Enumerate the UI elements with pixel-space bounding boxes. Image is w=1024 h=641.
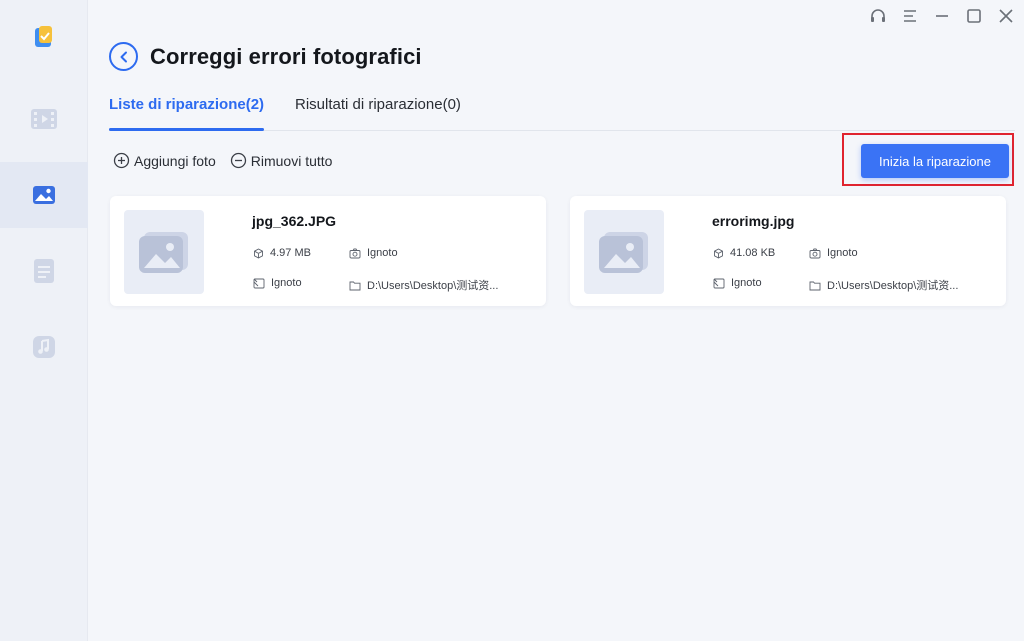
file-card[interactable]: jpg_362.JPG 4.97 MB Ignoto Ignoto D:\Use… bbox=[110, 196, 546, 306]
file-size-value: 41.08 KB bbox=[730, 247, 776, 259]
app-logo-icon bbox=[35, 26, 52, 47]
add-photo-label: Aggiungi foto bbox=[134, 152, 216, 169]
main-panel: Correggi errori fotografici Liste di rip… bbox=[88, 0, 1024, 641]
chevron-left-icon bbox=[120, 51, 127, 62]
tab-bar: Liste di riparazione(2) Risultati di rip… bbox=[109, 94, 1015, 131]
camera-model: Ignoto bbox=[809, 247, 858, 259]
resolution-icon bbox=[713, 278, 725, 288]
file-name: jpg_362.JPG bbox=[252, 213, 337, 229]
size-icon bbox=[254, 247, 263, 259]
camera-model-value: Ignoto bbox=[827, 247, 858, 259]
camera-model-value: Ignoto bbox=[367, 247, 398, 259]
file-size: 41.08 KB bbox=[713, 247, 775, 259]
sidebar-item-audio[interactable] bbox=[0, 314, 88, 380]
file-path-value: D:\Users\Desktop\测试资... bbox=[827, 280, 959, 292]
minus-circle-icon bbox=[230, 152, 246, 169]
folder-icon bbox=[809, 281, 821, 290]
back-button[interactable] bbox=[109, 42, 138, 71]
camera-icon bbox=[349, 248, 361, 258]
plus-circle-icon bbox=[113, 152, 130, 169]
document-icon bbox=[34, 259, 54, 283]
file-size-value: 4.97 MB bbox=[270, 247, 311, 259]
sidebar bbox=[0, 0, 88, 641]
file-path-value: D:\Users\Desktop\测试资... bbox=[367, 280, 499, 292]
resolution-value: Ignoto bbox=[731, 277, 762, 289]
resolution-value: Ignoto bbox=[271, 277, 302, 289]
thumbnail bbox=[584, 210, 664, 294]
remove-all-label: Rimuovi tutto bbox=[250, 152, 333, 169]
file-path: D:\Users\Desktop\测试资... bbox=[349, 277, 498, 293]
menu-icon[interactable] bbox=[900, 6, 920, 26]
add-photo-button[interactable]: Aggiungi foto bbox=[113, 152, 216, 169]
file-card[interactable]: errorimg.jpg 41.08 KB Ignoto Ignoto D:\U… bbox=[570, 196, 1006, 306]
sidebar-item-home[interactable] bbox=[0, 4, 88, 70]
resolution: Ignoto bbox=[253, 277, 302, 289]
start-repair-button[interactable]: Inizia la riparazione bbox=[861, 144, 1009, 178]
minimize-icon[interactable] bbox=[932, 6, 952, 26]
close-icon[interactable] bbox=[996, 6, 1016, 26]
resolution: Ignoto bbox=[713, 277, 762, 289]
page-header: Correggi errori fotografici bbox=[109, 42, 422, 71]
page-title: Correggi errori fotografici bbox=[150, 43, 422, 69]
photo-icon bbox=[33, 186, 55, 204]
folder-icon bbox=[349, 281, 361, 290]
window-controls bbox=[868, 6, 1016, 26]
file-size: 4.97 MB bbox=[253, 247, 311, 259]
maximize-icon[interactable] bbox=[964, 6, 984, 26]
thumbnail bbox=[124, 210, 204, 294]
sidebar-item-video[interactable] bbox=[0, 86, 88, 152]
camera-model: Ignoto bbox=[349, 247, 398, 259]
tab-repair-list[interactable]: Liste di riparazione(2) bbox=[109, 96, 265, 131]
support-icon[interactable] bbox=[868, 6, 888, 26]
sidebar-item-photo[interactable] bbox=[0, 162, 88, 228]
toolbar: Aggiungi foto Rimuovi tutto bbox=[113, 152, 332, 169]
image-placeholder-icon bbox=[139, 232, 188, 273]
tab-repair-results[interactable]: Risultati di riparazione(0) bbox=[295, 96, 461, 130]
size-icon bbox=[714, 247, 723, 259]
resolution-icon bbox=[253, 278, 265, 288]
music-icon bbox=[33, 336, 55, 358]
sidebar-item-document[interactable] bbox=[0, 238, 88, 304]
camera-icon bbox=[809, 248, 821, 258]
file-name: errorimg.jpg bbox=[712, 213, 795, 229]
remove-all-button[interactable]: Rimuovi tutto bbox=[230, 152, 333, 169]
image-placeholder-icon bbox=[599, 232, 648, 273]
file-path: D:\Users\Desktop\测试资... bbox=[809, 277, 958, 293]
video-icon bbox=[31, 109, 57, 129]
